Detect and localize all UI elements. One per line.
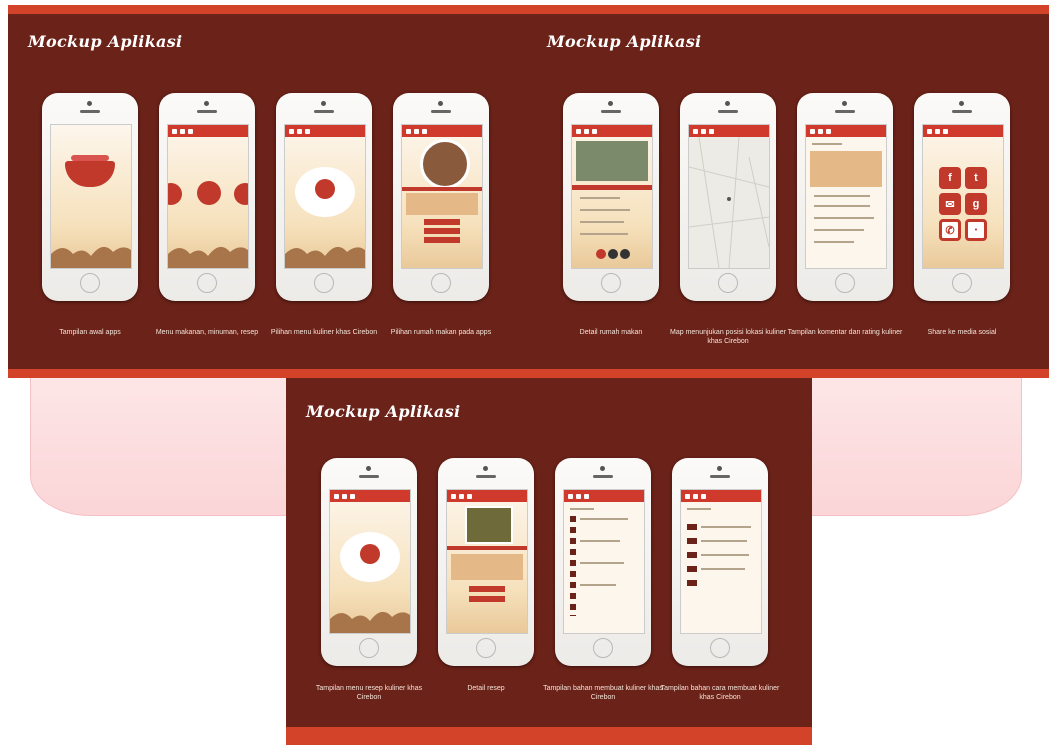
phone-splash: [42, 93, 138, 301]
comments-screen: [805, 124, 887, 269]
logo-image: [65, 161, 115, 187]
caption: Tampilan menu resep kuliner khas Cirebon: [315, 685, 423, 701]
panel-title: Mockup Aplikasi: [306, 402, 461, 421]
phone-menu-wheel: [276, 93, 372, 301]
map-view[interactable]: [689, 137, 769, 268]
mockup-panel-3: Mockup Aplikasi Tampilan menu resep kuli…: [286, 378, 812, 745]
caption: Detail rumah makan: [579, 329, 643, 336]
caption: Share ke media sosial: [927, 329, 997, 336]
caption: Tampilan awal apps: [59, 329, 121, 336]
caption: Tampilan bahan cara membuat kuliner khas…: [660, 685, 780, 701]
email-icon[interactable]: ✉: [939, 193, 961, 215]
phone-comments: [797, 93, 893, 301]
caption: Pilihan rumah makan pada apps: [390, 329, 492, 336]
caption: Map menunjukan posisi lokasi kuliner kha…: [670, 329, 786, 345]
recipe-detail-screen: [446, 489, 528, 634]
map-screen: [688, 124, 770, 269]
caption: Tampilan komentar dan rating kuliner: [787, 329, 903, 336]
recipe-photo: [465, 506, 513, 544]
phone-restaurant: [393, 93, 489, 301]
menu-screen: [167, 124, 249, 269]
caption: Detail resep: [467, 685, 505, 692]
phone-recipe-menu: [321, 458, 417, 666]
google-plus-icon[interactable]: g: [965, 193, 987, 215]
restaurant-photo: [420, 139, 470, 189]
phone-instructions: [672, 458, 768, 666]
caption: Pilihan menu kuliner khas Cirebon: [270, 329, 378, 336]
instructions-screen: [680, 489, 762, 634]
building-photo: [576, 141, 648, 181]
restaurant-detail-screen: [571, 124, 653, 269]
caption: Tampilan bahan membuat kuliner khas Cire…: [543, 685, 663, 701]
twitter-icon[interactable]: t: [965, 167, 987, 189]
phone-icon[interactable]: ✆: [939, 219, 961, 241]
caption: Menu makanan, minuman, resep: [155, 329, 259, 336]
facebook-icon[interactable]: f: [939, 167, 961, 189]
mockup-panel-2: Mockup Aplikasi f t ✉ g ✆ • Detail rumah…: [527, 5, 1049, 378]
restaurant-screen: [401, 124, 483, 269]
share-screen: f t ✉ g ✆ •: [922, 124, 1004, 269]
ingredients-screen: [563, 489, 645, 634]
menu-wheel-screen: [284, 124, 366, 269]
mockup-panel-1: Mockup Aplikasi Tampilan awal apps Menu …: [8, 5, 527, 378]
phone-ingredients: [555, 458, 651, 666]
phone-map: [680, 93, 776, 301]
panel-title: Mockup Aplikasi: [28, 32, 183, 51]
phone-recipe-detail: [438, 458, 534, 666]
phone-restaurant-detail: [563, 93, 659, 301]
line-icon[interactable]: •: [965, 219, 987, 241]
splash-screen: [50, 124, 132, 269]
panel-title: Mockup Aplikasi: [547, 32, 702, 51]
phone-menu: [159, 93, 255, 301]
phone-share: f t ✉ g ✆ •: [914, 93, 1010, 301]
recipe-menu-screen: [329, 489, 411, 634]
